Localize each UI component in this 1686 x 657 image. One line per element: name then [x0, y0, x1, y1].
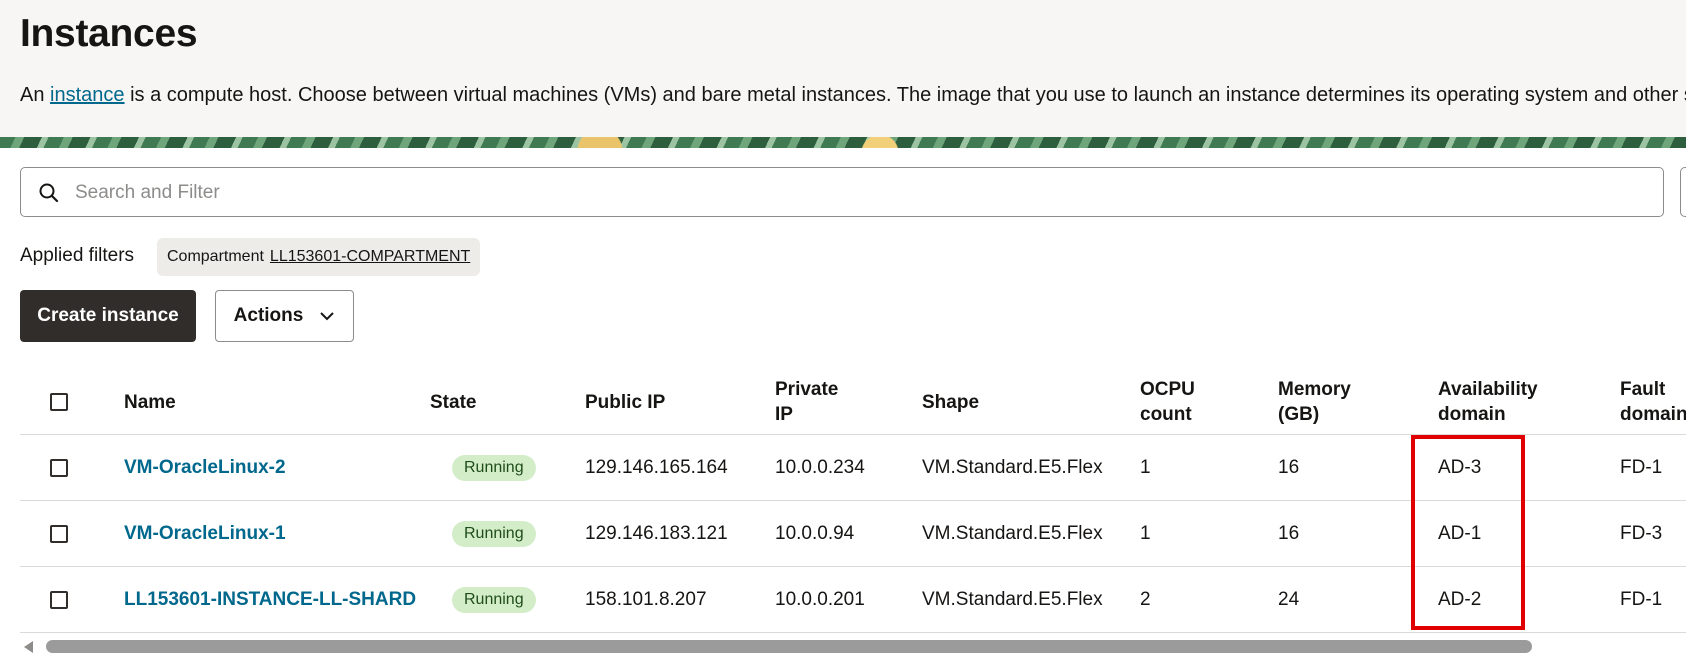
instance-name-link[interactable]: VM-OracleLinux-1	[124, 523, 286, 545]
availability-domain-cell: AD-1	[1438, 522, 1482, 544]
create-instance-button[interactable]: Create instance	[20, 290, 196, 342]
fault-domain-cell: FD-3	[1620, 522, 1663, 544]
column-header-state[interactable]: State	[430, 370, 476, 434]
search-filter-box[interactable]	[20, 167, 1664, 218]
private-ip-cell: 10.0.0.94	[775, 522, 855, 544]
ocpu-cell: 2	[1140, 588, 1151, 610]
actions-button[interactable]: Actions	[215, 290, 354, 342]
table-row: VM-OracleLinux-1 Running 129.146.183.121…	[20, 501, 1686, 567]
instance-doc-link[interactable]: instance	[50, 84, 125, 106]
instance-name-cell: LL153601-INSTANCE-LL-SHARD	[124, 567, 416, 632]
filter-chip-key: Compartment	[167, 248, 264, 265]
shape-cell: VM.Standard.E5.Flex	[922, 522, 1103, 544]
select-all-checkbox[interactable]	[50, 393, 68, 411]
instance-name-link[interactable]: LL153601-INSTANCE-LL-SHARD	[124, 589, 416, 611]
description-text: is a compute host. Choose between virtua…	[130, 84, 1686, 106]
public-ip-cell: 129.146.183.121	[585, 522, 728, 544]
column-header-ocpu-count[interactable]: OCPU count	[1140, 370, 1210, 434]
scroll-left-arrow-icon[interactable]	[24, 641, 33, 653]
table-row: LL153601-INSTANCE-LL-SHARD Running 158.1…	[20, 567, 1686, 633]
instance-name-cell: VM-OracleLinux-1	[124, 501, 286, 566]
availability-domain-cell: AD-2	[1438, 588, 1482, 610]
memory-cell: 16	[1278, 456, 1300, 478]
description-prefix: An	[20, 84, 45, 106]
instance-name-cell: VM-OracleLinux-2	[124, 435, 286, 500]
horizontal-scrollbar[interactable]	[20, 636, 1686, 657]
chevron-down-icon	[320, 312, 335, 321]
table-header-row: Name State Public IP Private IP Shape OC…	[20, 370, 1686, 435]
filter-chip-value[interactable]: LL153601-COMPARTMENT	[270, 248, 470, 266]
shape-cell: VM.Standard.E5.Flex	[922, 588, 1103, 610]
column-header-memory[interactable]: Memory (GB)	[1278, 370, 1368, 434]
row-checkbox[interactable]	[50, 524, 68, 543]
state-cell: Running	[452, 435, 536, 500]
public-ip-cell: 129.146.165.164	[585, 456, 728, 478]
availability-domain-cell: AD-3	[1438, 456, 1482, 478]
page-header: Instances An instance is a compute host.…	[0, 0, 1686, 138]
state-cell: Running	[452, 501, 536, 566]
column-header-fault-domain[interactable]: Fault domain	[1620, 370, 1686, 434]
search-icon	[39, 183, 59, 203]
private-ip-cell: 10.0.0.234	[775, 456, 865, 478]
adjacent-control-edge[interactable]	[1680, 167, 1686, 217]
row-select-cell	[50, 567, 68, 632]
column-header-name[interactable]: Name	[124, 370, 176, 434]
state-cell: Running	[452, 567, 536, 632]
row-select-cell	[50, 501, 68, 566]
memory-cell: 16	[1278, 522, 1300, 544]
column-header-shape[interactable]: Shape	[922, 370, 979, 434]
decorative-banner	[0, 137, 1686, 148]
shape-cell: VM.Standard.E5.Flex	[922, 456, 1103, 478]
column-header-availability-domain[interactable]: Availability domain	[1438, 370, 1548, 434]
row-checkbox[interactable]	[50, 458, 68, 477]
status-badge: Running	[452, 520, 536, 547]
compartment-filter-chip[interactable]: Compartment LL153601-COMPARTMENT	[157, 238, 481, 276]
row-select-cell	[50, 435, 68, 500]
fault-domain-cell: FD-1	[1620, 588, 1663, 610]
page-title: Instances	[20, 12, 198, 55]
memory-cell: 24	[1278, 588, 1300, 610]
select-all-cell	[50, 370, 68, 434]
status-badge: Running	[452, 454, 536, 481]
column-header-private-ip[interactable]: Private IP	[775, 370, 845, 434]
scrollbar-thumb[interactable]	[46, 640, 1532, 653]
actions-label: Actions	[233, 305, 304, 326]
table-row: VM-OracleLinux-2 Running 129.146.165.164…	[20, 435, 1686, 501]
page-description: An instance is a compute host. Choose be…	[20, 84, 1686, 107]
fault-domain-cell: FD-1	[1620, 456, 1663, 478]
row-checkbox[interactable]	[50, 590, 68, 609]
column-header-public-ip[interactable]: Public IP	[585, 370, 665, 434]
status-badge: Running	[452, 586, 536, 613]
search-input[interactable]	[73, 168, 1637, 218]
ocpu-cell: 1	[1140, 522, 1151, 544]
instance-name-link[interactable]: VM-OracleLinux-2	[124, 457, 286, 479]
private-ip-cell: 10.0.0.201	[775, 588, 865, 610]
public-ip-cell: 158.101.8.207	[585, 588, 707, 610]
applied-filters-label: Applied filters	[20, 245, 135, 266]
instances-table: Name State Public IP Private IP Shape OC…	[20, 370, 1686, 633]
ocpu-cell: 1	[1140, 456, 1151, 478]
